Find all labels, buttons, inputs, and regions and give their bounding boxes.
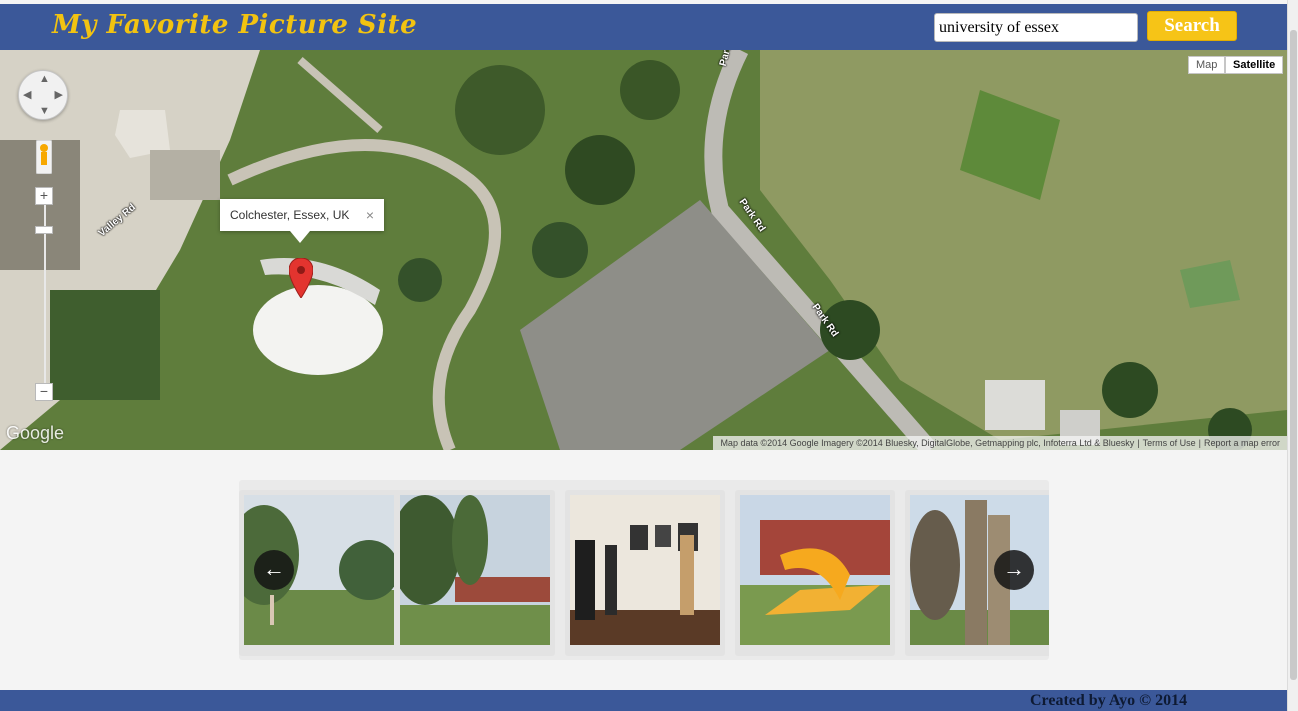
close-icon[interactable]: ×: [366, 199, 374, 231]
site-title[interactable]: My Favorite Picture Site: [52, 10, 417, 40]
google-logo[interactable]: Google: [6, 423, 64, 444]
map-marker-icon[interactable]: [289, 258, 313, 298]
attribution-text: Map data ©2014 Google Imagery ©2014 Blue…: [720, 438, 1135, 448]
carousel-next-button[interactable]: →: [994, 550, 1034, 590]
photo-carousel: [239, 480, 1049, 660]
map-type-satellite-button[interactable]: Satellite: [1225, 56, 1284, 74]
thumbnail[interactable]: [395, 490, 555, 656]
info-window-text: Colchester, Essex, UK: [230, 208, 350, 222]
search-input[interactable]: [934, 13, 1138, 42]
map-attribution: Map data ©2014 Google Imagery ©2014 Blue…: [713, 436, 1287, 450]
map-type-map-button[interactable]: Map: [1188, 56, 1226, 74]
header-bar: My Favorite Picture Site Search: [0, 4, 1287, 50]
thumbnail-image[interactable]: [740, 495, 890, 645]
map-view[interactable]: Valley Rd Park Rd Park Rd Park Map Satel…: [0, 50, 1287, 450]
scrollbar-thumb[interactable]: [1290, 30, 1297, 680]
thumbnail-image[interactable]: [570, 495, 720, 645]
report-link[interactable]: Report a map error: [1201, 438, 1283, 448]
zoom-out-button[interactable]: −: [35, 383, 53, 401]
terms-link[interactable]: Terms of Use: [1140, 438, 1199, 448]
carousel-prev-button[interactable]: ←: [254, 550, 294, 590]
zoom-in-button[interactable]: +: [35, 187, 53, 205]
page: My Favorite Picture Site Search: [0, 0, 1298, 711]
pan-down-icon[interactable]: ▼: [39, 105, 50, 117]
pan-right-icon[interactable]: ▶: [55, 88, 63, 101]
satellite-imagery[interactable]: [0, 50, 1287, 450]
thumbnail[interactable]: [735, 490, 895, 656]
vertical-scrollbar[interactable]: [1287, 0, 1298, 711]
thumbnail-image[interactable]: [400, 495, 550, 645]
search-button[interactable]: Search: [1147, 11, 1237, 41]
zoom-slider-handle[interactable]: [35, 226, 53, 234]
footer-text: Created by Ayo © 2014: [1030, 692, 1188, 709]
pan-up-icon[interactable]: ▲: [39, 73, 50, 85]
pan-left-icon[interactable]: ◀: [23, 88, 31, 101]
pegman-icon[interactable]: [36, 140, 52, 174]
info-window: Colchester, Essex, UK ×: [220, 199, 384, 243]
footer-bar: Created by Ayo © 2014: [0, 690, 1287, 711]
thumbnail[interactable]: [565, 490, 725, 656]
pan-control[interactable]: ▲ ▼ ◀ ▶: [18, 70, 68, 120]
